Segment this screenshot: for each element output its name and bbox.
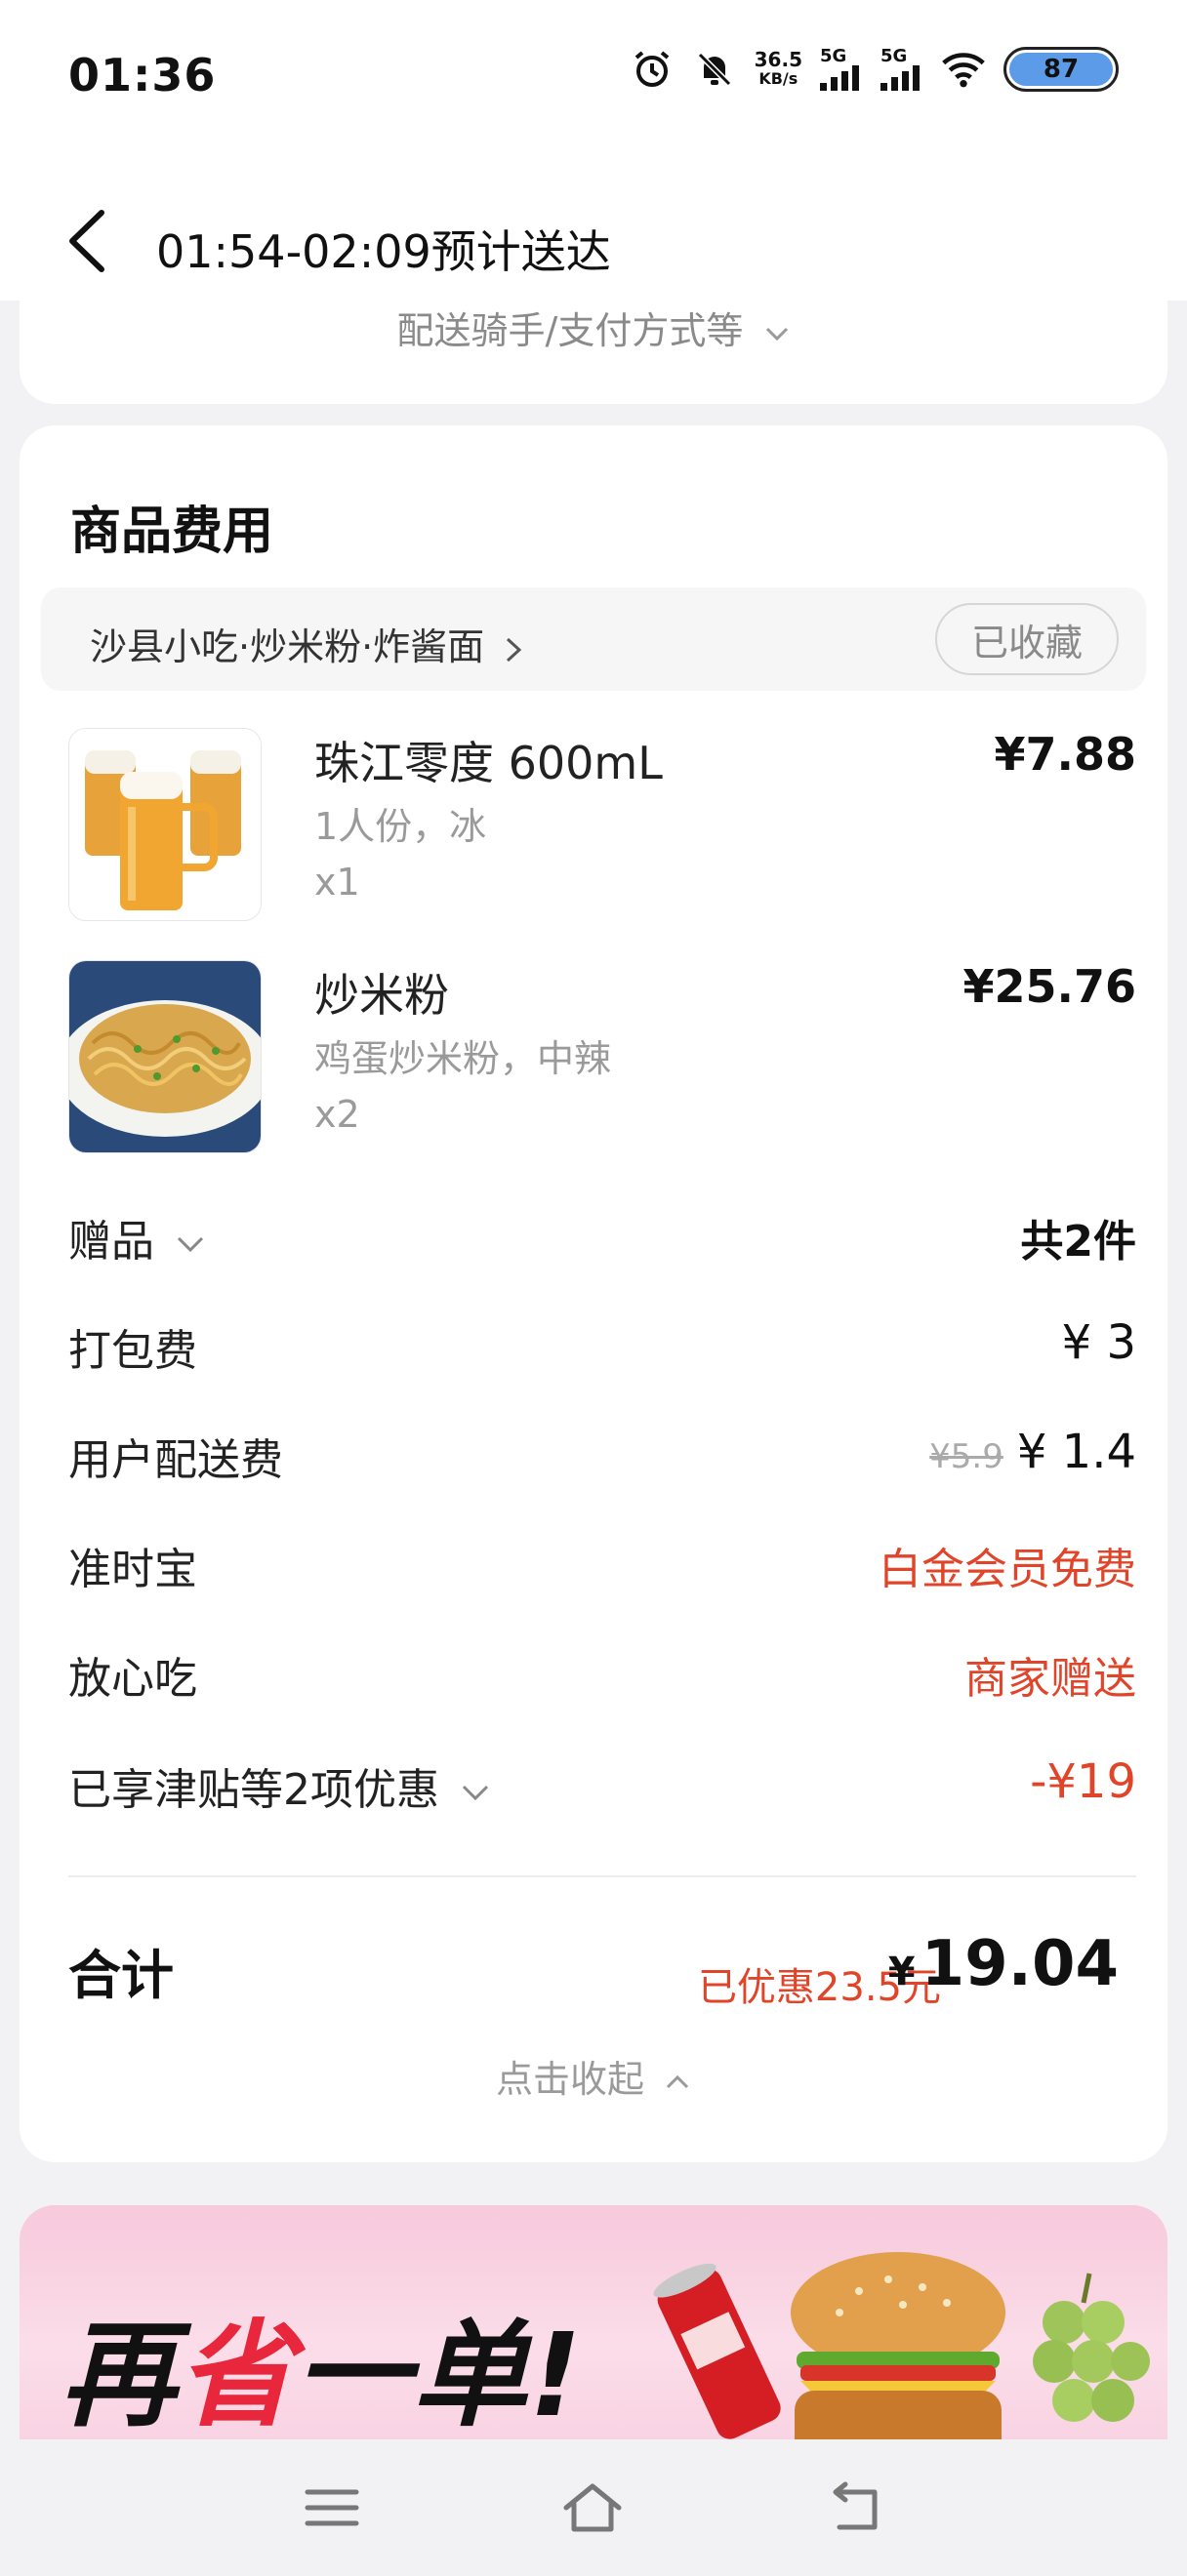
item-quantity: x2 <box>314 1093 360 1136</box>
packing-fee-value: ¥ 3 <box>1061 1315 1136 1370</box>
chevron-left-icon <box>69 210 104 272</box>
item-name: 炒米粉 <box>314 969 449 1022</box>
back-button[interactable] <box>64 209 109 273</box>
chevron-down-icon <box>766 327 789 341</box>
total-amount: ¥19.04 <box>887 1928 1119 2000</box>
item-name: 珠江零度 600mL <box>314 737 663 789</box>
delivery-fee-value: ¥5.9 ¥ 1.4 <box>929 1425 1136 1479</box>
page-title: 01:54-02:09预计送达 <box>156 225 611 278</box>
item-spec: 1人份，冰 <box>314 805 487 848</box>
item-quantity: x1 <box>314 861 360 904</box>
page-header: 01:54-02:09预计送达 <box>0 146 1187 301</box>
promo-text: 再省一单! <box>61 2308 584 2439</box>
order-item[interactable]: 珠江零度 600mL 1人份，冰 x1 ¥7.88 <box>68 728 1136 923</box>
chevron-down-icon <box>462 1785 489 1801</box>
soda-can-image <box>653 2263 781 2439</box>
item-spec: 鸡蛋炒米粉，中辣 <box>314 1037 612 1080</box>
packing-fee-label: 打包费 <box>68 1326 197 1376</box>
discount-value: -¥19 <box>1030 1754 1136 1809</box>
discount-label: 已享津贴等2项优惠 <box>68 1754 492 1817</box>
mute-icon <box>692 47 737 92</box>
delivery-fee-label: 用户配送费 <box>68 1435 283 1485</box>
ontime-label: 准时宝 <box>68 1545 197 1594</box>
net-speed: 36.5 KB/s <box>754 48 802 88</box>
item-price: ¥7.88 <box>994 728 1136 781</box>
item-price: ¥25.76 <box>962 960 1136 1013</box>
wifi-icon <box>941 47 986 92</box>
safe-eat-value: 商家赠送 <box>964 1654 1136 1704</box>
order-item[interactable]: 炒米粉 鸡蛋炒米粉，中辣 x2 ¥25.76 <box>68 960 1136 1155</box>
battery-icon: 87 <box>1003 47 1119 92</box>
delivery-details-label: 配送骑手/支付方式等 <box>396 309 744 352</box>
signal-icon: 5G <box>820 48 863 91</box>
status-bar: 01:36 36.5 KB/s 5G 5G 87 <box>0 0 1187 146</box>
system-nav-bar <box>0 2439 1187 2576</box>
status-time: 01:36 <box>68 49 217 101</box>
divider <box>68 1875 1136 1877</box>
total-label: 合计 <box>68 1945 174 2006</box>
delivery-details-link[interactable]: 配送骑手/支付方式等 <box>20 301 1167 354</box>
back-nav-button[interactable] <box>820 2478 888 2537</box>
chevron-up-icon <box>666 2074 689 2088</box>
back-icon <box>833 2481 878 2530</box>
collapse-button[interactable]: 点击收起 <box>20 2049 1167 2103</box>
item-image-beer <box>68 728 262 921</box>
chevron-down-icon <box>177 1236 204 1253</box>
fee-card: 商品费用 沙县小吃·炒米粉·炸酱面 已收藏 珠江零度 600mL 1人份，冰 x… <box>20 425 1167 2162</box>
menu-button[interactable] <box>298 2478 366 2537</box>
gift-value: 共2件 <box>1020 1217 1136 1267</box>
delivery-card: 配送骑手/支付方式等 <box>20 301 1167 404</box>
menu-icon <box>305 2489 359 2526</box>
alarm-icon <box>630 47 675 92</box>
packing-fee-row: 打包费 ¥ 3 <box>68 1315 1136 1384</box>
item-image-noodles <box>68 960 262 1153</box>
home-icon <box>563 2483 622 2532</box>
safe-eat-label: 放心吃 <box>68 1654 197 1704</box>
favorite-button[interactable]: 已收藏 <box>935 603 1119 675</box>
promo-banner[interactable]: 再省一单! <box>20 2205 1167 2439</box>
gift-row[interactable]: 赠品 共2件 <box>68 1206 1136 1274</box>
home-button[interactable] <box>558 2478 627 2537</box>
safe-eat-row: 放心吃 商家赠送 <box>68 1643 1136 1711</box>
section-title: 商品费用 <box>70 503 274 561</box>
discount-row[interactable]: 已享津贴等2项优惠 -¥19 <box>68 1754 1136 1823</box>
chevron-right-icon <box>507 637 522 662</box>
delivery-fee-original: ¥5.9 <box>929 1437 1003 1476</box>
status-icons: 36.5 KB/s 5G 5G 87 <box>630 47 1119 92</box>
battery-level: 87 <box>1009 53 1113 86</box>
delivery-fee-row: 用户配送费 ¥5.9 ¥ 1.4 <box>68 1425 1136 1493</box>
shop-row[interactable]: 沙县小吃·炒米粉·炸酱面 已收藏 <box>41 587 1146 691</box>
shop-name[interactable]: 沙县小吃·炒米粉·炸酱面 <box>90 617 525 670</box>
ontime-row: 准时宝 白金会员免费 <box>68 1534 1136 1602</box>
signal-icon: 5G <box>880 48 923 91</box>
grapes-image <box>1033 2273 1150 2422</box>
ontime-value: 白金会员免费 <box>879 1545 1136 1594</box>
gift-label: 赠品 <box>68 1206 207 1268</box>
burger-image <box>791 2252 1005 2439</box>
